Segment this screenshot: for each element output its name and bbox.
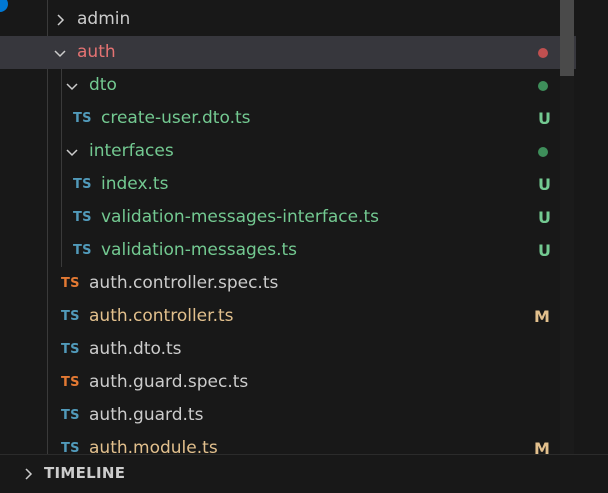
tree-item-auth-controller[interactable]: TS auth.controller.ts M	[0, 300, 576, 333]
typescript-test-file-icon: TS	[61, 375, 80, 390]
status-dot-icon	[538, 48, 548, 58]
tree-item-dto[interactable]: dto	[0, 69, 576, 102]
typescript-file-icon: TS	[61, 342, 80, 357]
tree-item-index[interactable]: TS index.ts U	[0, 168, 576, 201]
typescript-file-icon: TS	[73, 210, 92, 225]
tree-item-auth-dto[interactable]: TS auth.dto.ts	[0, 333, 576, 366]
tree-item-label: auth.controller.spec.ts	[89, 273, 279, 293]
tree-item-auth-module[interactable]: TS auth.module.ts M	[0, 432, 576, 454]
git-status-badge: U	[538, 208, 551, 227]
tree-item-auth[interactable]: auth	[0, 36, 576, 69]
tree-item-validation-messages[interactable]: TS validation-messages.ts U	[0, 234, 576, 267]
status-dot-icon	[538, 147, 548, 157]
typescript-file-icon: TS	[73, 177, 92, 192]
file-explorer: admin auth dto TS create-user.dto.ts U i…	[0, 0, 608, 454]
chevron-down-icon[interactable]	[62, 69, 82, 102]
scrollbar-thumb[interactable]	[560, 0, 574, 76]
tree-item-label: auth.controller.ts	[89, 306, 234, 326]
status-dot-icon	[538, 81, 548, 91]
tree-item-label: validation-messages.ts	[101, 240, 298, 260]
git-status-badge: M	[534, 439, 550, 454]
tree-item-label: interfaces	[89, 141, 174, 161]
tree-item-label: auth.guard.ts	[89, 405, 204, 425]
tree-item-auth-guard-spec[interactable]: TS auth.guard.spec.ts	[0, 366, 576, 399]
tree-item-label: auth	[77, 42, 116, 62]
git-status-badge: U	[538, 175, 551, 194]
tree-item-admin[interactable]: admin	[0, 3, 576, 36]
timeline-panel-header[interactable]: TIMELINE	[0, 454, 608, 493]
typescript-file-icon: TS	[73, 111, 92, 126]
tree-item-label: create-user.dto.ts	[101, 108, 251, 128]
tree-item-label: admin	[77, 9, 131, 29]
tree-item-validation-messages-interface[interactable]: TS validation-messages-interface.ts U	[0, 201, 576, 234]
tree-item-auth-guard[interactable]: TS auth.guard.ts	[0, 399, 576, 432]
typescript-file-icon: TS	[73, 243, 92, 258]
tree-item-label: auth.guard.spec.ts	[89, 372, 249, 392]
git-status-badge: U	[538, 109, 551, 128]
chevron-down-icon[interactable]	[62, 135, 82, 168]
tree-item-label: validation-messages-interface.ts	[101, 207, 379, 227]
typescript-test-file-icon: TS	[61, 276, 80, 291]
chevron-right-icon[interactable]	[50, 3, 70, 36]
typescript-file-icon: TS	[61, 441, 80, 454]
tree-item-label: dto	[89, 75, 117, 95]
tree-item-label: auth.dto.ts	[89, 339, 182, 359]
chevron-down-icon[interactable]	[50, 36, 70, 69]
git-status-badge: M	[534, 307, 550, 326]
typescript-file-icon: TS	[61, 309, 80, 324]
tree-item-label: index.ts	[101, 174, 169, 194]
git-status-badge: U	[538, 241, 551, 260]
tree-item-auth-controller-spec[interactable]: TS auth.controller.spec.ts	[0, 267, 576, 300]
tree-item-label: auth.module.ts	[89, 438, 218, 454]
chevron-right-icon[interactable]	[18, 457, 38, 490]
timeline-title: TIMELINE	[44, 464, 126, 482]
tree-item-interfaces[interactable]: interfaces	[0, 135, 576, 168]
scrollbar-track[interactable]	[560, 76, 574, 454]
tree-item-create-user-dto[interactable]: TS create-user.dto.ts U	[0, 102, 576, 135]
typescript-file-icon: TS	[61, 408, 80, 423]
